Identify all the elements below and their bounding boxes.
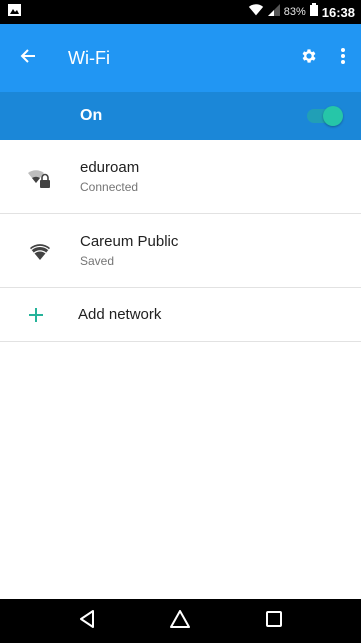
more-options-button[interactable] [325, 24, 361, 92]
wifi-icon [0, 241, 80, 261]
wifi-locked-icon [0, 165, 80, 189]
wifi-master-switch-row[interactable]: On [0, 92, 361, 140]
nav-back-button[interactable] [67, 599, 107, 643]
page-title: Wi-Fi [68, 47, 110, 68]
status-bar: 83% 16:38 [0, 0, 361, 24]
back-arrow-icon [20, 48, 36, 69]
back-triangle-icon [79, 609, 95, 633]
app-toolbar: Wi-Fi [0, 24, 361, 92]
image-notification-icon [8, 3, 21, 21]
battery-percent: 83% [283, 6, 306, 18]
wifi-state-label: On [80, 107, 103, 124]
wifi-toggle[interactable] [307, 106, 343, 126]
wifi-signal-icon [248, 3, 264, 21]
more-vert-icon [341, 47, 345, 69]
clock: 16:38 [321, 4, 355, 20]
network-name: Careum Public [80, 233, 179, 250]
gear-icon [300, 47, 318, 70]
nav-recents-button[interactable] [254, 599, 294, 643]
toggle-thumb [323, 106, 343, 126]
back-button[interactable] [0, 24, 56, 92]
nav-home-button[interactable] [160, 599, 200, 643]
battery-icon [309, 3, 318, 21]
network-list: eduroam Connected Careum Public Saved Ad… [0, 140, 361, 342]
recents-square-icon [266, 610, 283, 632]
settings-button[interactable] [293, 24, 325, 92]
plus-icon [0, 307, 72, 322]
home-circle-icon [170, 609, 191, 633]
network-name: eduroam [80, 159, 140, 176]
network-status: Connected [80, 180, 139, 194]
system-nav-bar [0, 599, 361, 643]
cell-signal-icon [267, 3, 280, 21]
network-row-eduroam[interactable]: eduroam Connected [0, 140, 361, 214]
add-network-row[interactable]: Add network [0, 288, 361, 342]
network-status: Saved [80, 254, 115, 268]
network-row-careum-public[interactable]: Careum Public Saved [0, 214, 361, 288]
add-network-label: Add network [78, 306, 162, 323]
